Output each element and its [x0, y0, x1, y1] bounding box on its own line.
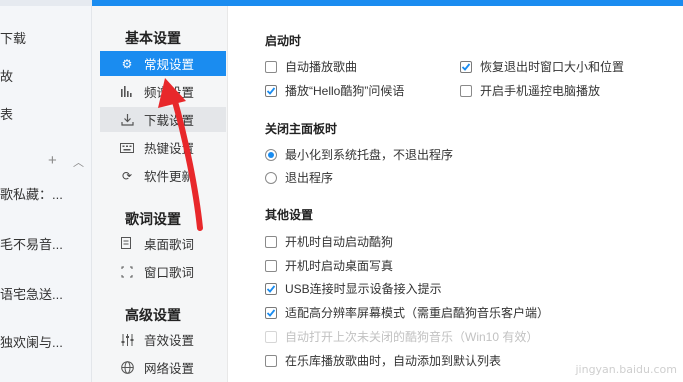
equalizer-icon [119, 332, 135, 348]
option-restore-window[interactable]: 恢复退出时窗口大小和位置 [460, 58, 624, 75]
background-list-item[interactable]: 毛不易音... [0, 234, 63, 253]
download-icon [119, 112, 135, 128]
settings-content: 启动时 自动播放歌曲 恢复退出时窗口大小和位置 播放“Hello酷狗”问候语 开… [228, 6, 683, 382]
background-list-item[interactable]: 故 [0, 66, 13, 85]
option-label: 自动播放歌曲 [285, 60, 358, 74]
radio[interactable] [265, 171, 277, 184]
checkbox-checked[interactable] [460, 60, 472, 73]
lyrics-window-icon [119, 264, 135, 280]
sidebar-item-general[interactable]: ⚙ 常规设置 [100, 51, 226, 76]
sidebar-group-lyrics: 歌词设置 [125, 211, 181, 227]
checkbox[interactable] [265, 235, 277, 248]
sidebar-item-label: 桌面歌词 [144, 238, 195, 252]
sidebar-item-network[interactable]: 网络设置 [100, 355, 226, 380]
sidebar-item-desktop-lyrics[interactable]: 桌面歌词 [100, 231, 226, 256]
option-label: 恢复退出时窗口大小和位置 [480, 60, 625, 74]
settings-sidebar: 基本设置 ⚙ 常规设置 频谱设置 下载设置 热键设置 ⟳ 软件更新 歌词设置 桌… [92, 6, 228, 382]
option-exit-program[interactable]: 退出程序 [265, 169, 333, 186]
option-auto-add-default-list[interactable]: 在乐库播放歌曲时，自动添加到默认列表 [265, 352, 501, 369]
section-title-startup: 启动时 [265, 34, 302, 48]
option-phone-remote[interactable]: 开启手机遥控电脑播放 [460, 82, 600, 99]
sidebar-item-label: 窗口歌词 [144, 266, 195, 280]
option-label: 退出程序 [285, 171, 334, 185]
sidebar-item-label: 热键设置 [144, 142, 195, 156]
option-minimize-to-tray[interactable]: 最小化到系统托盘，不退出程序 [265, 146, 453, 163]
checkbox-checked[interactable] [265, 306, 277, 319]
plus-icon[interactable]: + [48, 152, 57, 169]
lyrics-desktop-icon [119, 236, 135, 252]
background-list-item[interactable]: 独欢阑与... [0, 332, 63, 351]
sidebar-item-label: 音效设置 [144, 334, 195, 348]
sidebar-item-label: 频谱设置 [144, 86, 195, 100]
spectrum-icon [119, 84, 135, 100]
option-usb-prompt[interactable]: USB连接时显示设备接入提示 [265, 280, 442, 297]
sidebar-item-download[interactable]: 下载设置 [100, 107, 226, 132]
checkbox-checked[interactable] [265, 282, 277, 295]
checkbox-disabled [265, 330, 277, 343]
chevron-up-icon[interactable]: ︿ [73, 154, 84, 170]
option-hello-greeting[interactable]: 播放“Hello酷狗”问候语 [265, 82, 404, 99]
settings-dialog: 基本设置 ⚙ 常规设置 频谱设置 下载设置 热键设置 ⟳ 软件更新 歌词设置 桌… [92, 0, 683, 382]
sidebar-item-window-lyrics[interactable]: 窗口歌词 [100, 259, 226, 284]
checkbox[interactable] [265, 60, 277, 73]
option-label: 开机时自动启动酷狗 [285, 235, 394, 249]
option-label: USB连接时显示设备接入提示 [285, 282, 442, 296]
checkbox[interactable] [265, 354, 277, 367]
radio-selected[interactable] [265, 148, 277, 161]
background-app-panel: 下载 故 表 + ︿ 歌私藏：... 毛不易音... 语宅急送... 独欢阑与.… [0, 0, 92, 382]
option-label: 开启手机遥控电脑播放 [480, 84, 601, 98]
background-app-topbar [0, 0, 92, 6]
sidebar-item-label: 软件更新 [144, 170, 195, 184]
checkbox[interactable] [265, 259, 277, 272]
checkbox-checked[interactable] [265, 84, 277, 97]
checkbox[interactable] [460, 84, 472, 97]
option-high-dpi[interactable]: 适配高分辨率屏幕模式（需重启酷狗音乐客户端） [265, 304, 549, 321]
sidebar-group-basic: 基本设置 [125, 30, 181, 46]
sidebar-item-label: 常规设置 [144, 58, 195, 72]
option-label: 适配高分辨率屏幕模式（需重启酷狗音乐客户端） [285, 306, 550, 320]
watermark-text: jingyan.baidu.com [575, 363, 677, 376]
network-icon [119, 360, 135, 376]
sidebar-item-hotkey[interactable]: 热键设置 [100, 135, 226, 160]
option-label: 播放“Hello酷狗”问候语 [285, 84, 405, 98]
background-list-item[interactable]: 语宅急送... [0, 284, 63, 303]
section-title-close-panel: 关闭主面板时 [265, 122, 338, 136]
option-label: 在乐库播放歌曲时，自动添加到默认列表 [285, 354, 502, 368]
sidebar-item-update[interactable]: ⟳ 软件更新 [100, 163, 226, 188]
sidebar-item-sound-effects[interactable]: 音效设置 [100, 327, 226, 352]
background-list-item[interactable]: 下载 [0, 28, 26, 47]
section-title-other: 其他设置 [265, 208, 314, 222]
background-list-item[interactable]: 表 [0, 104, 13, 123]
background-list-item[interactable]: 歌私藏：... [0, 184, 63, 203]
keyboard-icon [119, 140, 135, 156]
refresh-icon: ⟳ [121, 168, 133, 183]
option-label: 自动打开上次未关闭的酷狗音乐（Win10 有效） [285, 330, 539, 344]
sidebar-item-spectrum[interactable]: 频谱设置 [100, 79, 226, 104]
option-label: 开机时启动桌面写真 [285, 259, 394, 273]
option-autoplay[interactable]: 自动播放歌曲 [265, 58, 357, 75]
sidebar-group-advanced: 高级设置 [125, 307, 181, 323]
option-reopen-last: 自动打开上次未关闭的酷狗音乐（Win10 有效） [265, 328, 538, 345]
option-label: 最小化到系统托盘，不退出程序 [285, 148, 454, 162]
option-desktop-photo[interactable]: 开机时启动桌面写真 [265, 257, 393, 274]
option-autostart[interactable]: 开机时自动启动酷狗 [265, 233, 393, 250]
gear-icon: ⚙ [121, 56, 133, 71]
sidebar-item-label: 网络设置 [144, 362, 195, 376]
sidebar-item-label: 下载设置 [144, 114, 195, 128]
